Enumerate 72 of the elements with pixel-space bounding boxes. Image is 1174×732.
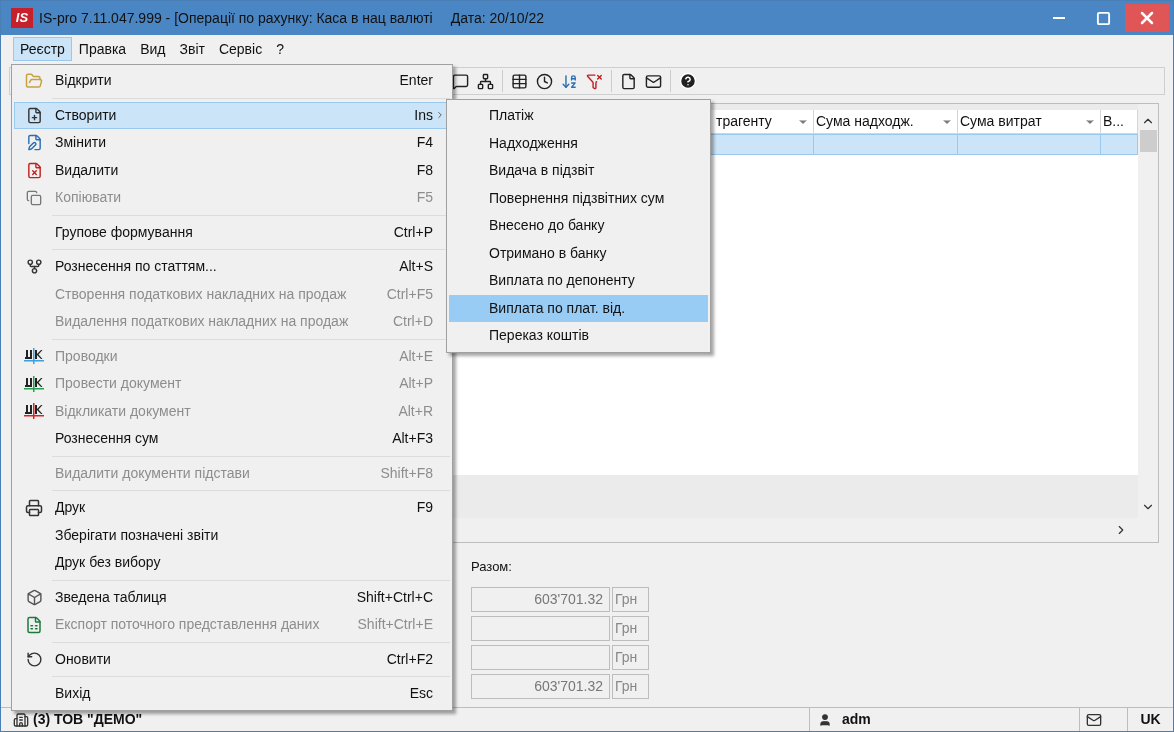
menu-item[interactable]: Змінити F4 — [14, 129, 450, 157]
column-header[interactable]: Сума витрат — [958, 110, 1101, 133]
refresh-icon — [25, 650, 43, 668]
edit-document-icon — [25, 134, 43, 152]
maximize-icon — [1095, 10, 1111, 26]
amount-field: 603'701.32 — [471, 586, 610, 612]
menu-bar-item[interactable]: Звіт — [172, 37, 212, 61]
debit-credit-icon — [24, 347, 44, 366]
menu-item[interactable]: Відкрити Enter — [14, 67, 450, 95]
submenu-item[interactable]: Надходження — [449, 129, 708, 157]
submenu-item[interactable]: Переказ коштів — [449, 322, 708, 350]
close-button[interactable] — [1125, 4, 1169, 32]
sort-icon[interactable] — [561, 72, 578, 90]
mail-icon[interactable] — [645, 72, 662, 90]
hierarchy-icon[interactable] — [477, 72, 494, 90]
submenu-item[interactable]: Отримано в банку — [449, 239, 708, 267]
help-icon[interactable] — [679, 72, 697, 90]
totals-label: Разом: — [471, 558, 513, 576]
currency-field: Грн — [612, 673, 649, 699]
printer-icon — [25, 498, 43, 517]
menu-item[interactable]: Зберігати позначені звіти — [14, 521, 450, 549]
menu-item[interactable]: Друк без вибору — [14, 549, 450, 577]
menu-item[interactable]: Групове формування Ctrl+P — [14, 218, 450, 246]
user-name: adm — [842, 710, 871, 729]
currency-field: Грн — [612, 586, 649, 612]
submenu-item[interactable]: Виплата по депоненту — [449, 267, 708, 295]
menu-bar-item[interactable]: Сервіс — [211, 37, 270, 61]
menu-item[interactable]: Рознесення по статтям... Alt+S — [14, 253, 450, 281]
clear-filter-icon[interactable] — [586, 72, 603, 90]
mail-icon[interactable] — [1086, 711, 1102, 728]
menu-bar-item[interactable]: ? — [269, 37, 291, 61]
language-indicator: UK — [1127, 708, 1173, 731]
building-icon — [13, 711, 29, 728]
company-label: (3) ТОВ "ДЕМО" — [33, 710, 143, 729]
menu-item[interactable]: Оновити Ctrl+F2 — [14, 645, 450, 673]
delete-document-icon — [25, 161, 43, 179]
spreadsheet-icon — [25, 615, 43, 634]
new-document-icon — [25, 106, 43, 124]
submenu-item[interactable]: Виплата по плат. від. — [449, 294, 708, 322]
menu-bar-item[interactable]: Реєстр — [13, 37, 72, 61]
menu-item[interactable]: Видалити F8 — [14, 156, 450, 184]
submenu-item[interactable]: Внесено до банку — [449, 212, 708, 240]
submenu-item[interactable]: Повернення підзвітних сум — [449, 184, 708, 212]
cube-icon — [25, 588, 43, 606]
folder-icon — [25, 71, 43, 90]
clock-icon[interactable] — [536, 72, 553, 90]
menu-item[interactable]: Вихід Esc — [14, 680, 450, 708]
scrollbar-thumb[interactable] — [1139, 130, 1157, 152]
app-logo: IS — [11, 8, 33, 28]
amount-field: 603'701.32 — [471, 673, 610, 699]
user-icon — [818, 712, 832, 727]
column-header[interactable]: Сума надходж. — [814, 110, 958, 133]
fork-icon — [25, 258, 43, 276]
menu-item[interactable]: Друк F9 — [14, 494, 450, 522]
currency-field: Грн — [612, 644, 649, 670]
window-title: IS-pro 7.11.047.999 - [Операції по рахунку: Каса в нац валюті — [39, 8, 433, 28]
menu-bar-item[interactable]: Правка — [71, 37, 134, 61]
debit-credit-icon — [24, 374, 44, 393]
menu-bar-item[interactable]: Вид — [133, 37, 173, 61]
currency-field: Грн — [612, 615, 649, 641]
document-icon[interactable] — [620, 72, 637, 90]
window-date: Дата: 20/10/22 — [450, 8, 544, 28]
submenu-item[interactable]: Видача в підзвіт — [449, 157, 708, 185]
submenu-item[interactable]: Платіж — [449, 102, 708, 130]
menu-item[interactable]: Зведена таблиця Shift+Ctrl+C — [14, 583, 450, 611]
table-icon[interactable] — [511, 72, 528, 90]
minimize-icon — [1053, 17, 1065, 19]
copy-icon — [26, 189, 42, 206]
menu-item[interactable]: Рознесення сум Alt+F3 — [14, 425, 450, 453]
debit-credit-icon — [24, 402, 44, 421]
user-comment-icon[interactable] — [452, 72, 469, 90]
vertical-scrollbar[interactable] — [1138, 104, 1158, 518]
